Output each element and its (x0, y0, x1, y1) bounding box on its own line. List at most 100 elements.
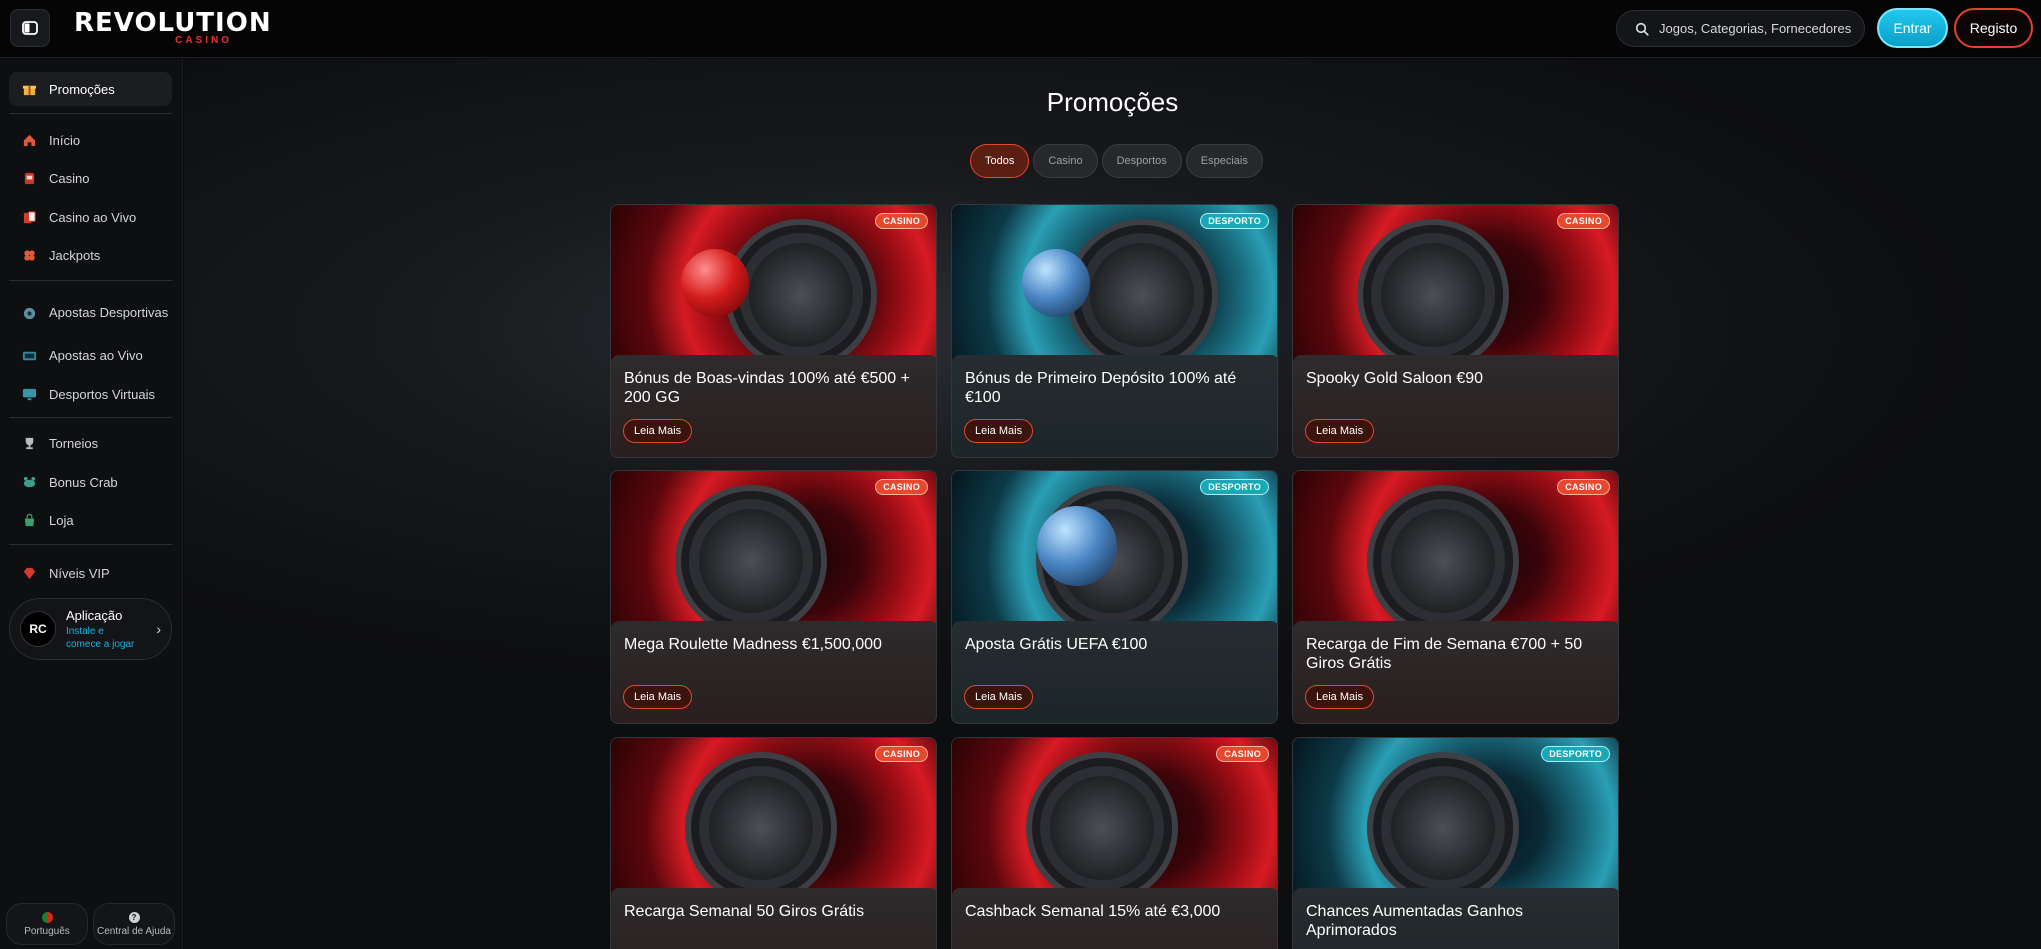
promo-card-title: Recarga de Fim de Semana €700 + 50 Giros… (1306, 636, 1583, 672)
top-header: REVOLUTION CASINO Jogos, Categorias, For… (0, 0, 2041, 58)
promo-filter-tabs: Todos Casino Desportos Especiais (970, 144, 1263, 178)
sidebar-item-label: Casino ao Vivo (49, 209, 137, 225)
sidebar-item-bonus-crab[interactable]: Bonus Crab (9, 465, 172, 499)
sidebar-divider (9, 417, 172, 418)
category-badge: CASINO (1216, 746, 1269, 762)
category-badge: DESPORTO (1200, 479, 1269, 495)
promo-card-title: Recarga Semanal 50 Giros Grátis (624, 903, 865, 920)
promo-card[interactable]: CASINO Bónus de Boas-vindas 100% até €50… (610, 204, 937, 458)
sidebar-item-apostas-desportivas[interactable]: Apostas Desportivas (9, 293, 172, 333)
promo-card[interactable]: DESPORTO Chances Aumentadas Ganhos Aprim… (1292, 737, 1619, 949)
sidebar-item-label: Bonus Crab (49, 474, 118, 490)
promo-card-title: Chances Aumentadas Ganhos Aprimorados (1306, 903, 1524, 939)
promo-card-image (1293, 205, 1618, 365)
promo-card-title: Aposta Grátis UEFA €100 (965, 636, 1148, 653)
promo-card-body: Spooky Gold Saloon €90 Leia Mais (1293, 355, 1618, 457)
promo-card[interactable]: DESPORTO Bónus de Primeiro Depósito 100%… (951, 204, 1278, 458)
sidebar-item-label: Níveis VIP (49, 565, 110, 581)
promo-card[interactable]: DESPORTO Aposta Grátis UEFA €100 Leia Ma… (951, 470, 1278, 724)
read-more-button[interactable]: Leia Mais (623, 685, 693, 709)
language-selector[interactable]: Português (6, 903, 88, 945)
read-more-button[interactable]: Leia Mais (1305, 419, 1375, 443)
promo-card-image (952, 471, 1277, 631)
promo-card-image (611, 471, 936, 631)
sidebar-item-label: Jackpots (49, 247, 101, 263)
promo-card-title: Cashback Semanal 15% até €3,000 (965, 903, 1221, 920)
register-button[interactable]: Registo (1954, 8, 2033, 48)
promo-card-title: Bónus de Boas-vindas 100% até €500 + 200… (624, 370, 910, 406)
tab-todos[interactable]: Todos (970, 144, 1030, 178)
revolution-casino-logo[interactable]: REVOLUTION CASINO (74, 8, 272, 46)
search-icon (1635, 22, 1649, 36)
sidebar-item-label: Início (49, 132, 81, 148)
promo-card[interactable]: CASINO Cashback Semanal 15% até €3,000 L… (951, 737, 1278, 949)
chevron-right-icon: › (156, 621, 161, 637)
clover-icon (21, 247, 37, 263)
help-label: Central de Ajuda (97, 925, 171, 937)
sidebar-item-loja[interactable]: Loja (9, 503, 172, 537)
monitor-icon (21, 386, 37, 402)
search-input[interactable]: Jogos, Categorias, Fornecedores (1616, 10, 1865, 47)
category-badge: CASINO (875, 479, 928, 495)
promo-card-body: Cashback Semanal 15% até €3,000 Leia Mai… (952, 888, 1277, 949)
trophy-icon (21, 435, 37, 451)
promo-card[interactable]: CASINO Spooky Gold Saloon €90 Leia Mais (1292, 204, 1619, 458)
sidebar-item-label: Promoções (49, 81, 115, 97)
read-more-button[interactable]: Leia Mais (623, 419, 693, 443)
sidebar-item-promocoes[interactable]: Promoções (9, 72, 172, 106)
promo-card-body: Recarga de Fim de Semana €700 + 50 Giros… (1293, 621, 1618, 723)
slot-machine-icon (21, 170, 37, 186)
sidebar-item-label: Loja (49, 512, 74, 528)
login-button[interactable]: Entrar (1877, 8, 1948, 48)
search-placeholder: Jogos, Categorias, Fornecedores (1659, 21, 1852, 36)
sidebar-item-label: Apostas Desportivas (49, 305, 169, 320)
tab-casino[interactable]: Casino (1033, 144, 1098, 178)
read-more-button[interactable]: Leia Mais (964, 419, 1034, 443)
sidebar-toggle-button[interactable] (10, 9, 50, 47)
app-install-card[interactable]: RC Aplicação Instale e comece a jogar › (9, 598, 172, 660)
promo-card-image (611, 205, 936, 365)
help-icon: ? (128, 911, 140, 923)
read-more-button[interactable]: Leia Mais (1305, 685, 1375, 709)
diamond-icon (21, 565, 37, 581)
tab-especiais[interactable]: Especiais (1185, 144, 1263, 178)
promo-card-image (611, 738, 936, 898)
promo-card[interactable]: CASINO Recarga de Fim de Semana €700 + 5… (1292, 470, 1619, 724)
sidebar-item-jackpots[interactable]: Jackpots (9, 238, 172, 272)
promo-card-body: Mega Roulette Madness €1,500,000 Leia Ma… (611, 621, 936, 723)
live-tv-icon (21, 347, 37, 363)
promo-card[interactable]: CASINO Mega Roulette Madness €1,500,000 … (610, 470, 937, 724)
promo-card-body: Bónus de Boas-vindas 100% até €500 + 200… (611, 355, 936, 457)
portugal-flag-icon (41, 911, 53, 923)
sidebar-item-inicio[interactable]: Início (9, 123, 172, 157)
sidebar-item-niveis-vip[interactable]: Níveis VIP (9, 556, 172, 590)
promo-card-title: Mega Roulette Madness €1,500,000 (624, 636, 882, 653)
language-label: Português (24, 925, 70, 937)
football-icon (21, 305, 37, 321)
sidebar-item-desportos-virtuais[interactable]: Desportos Virtuais (9, 377, 172, 411)
promo-card-title: Bónus de Primeiro Depósito 100% até €100 (965, 370, 1237, 406)
sidebar-item-label: Desportos Virtuais (49, 386, 155, 402)
app-subtitle-line2: comece a jogar (66, 638, 135, 650)
sidebar-divider (9, 544, 172, 545)
tab-desportos[interactable]: Desportos (1101, 144, 1182, 178)
help-center-button[interactable]: ? Central de Ajuda (93, 903, 175, 945)
sidebar-toggle-icon (22, 21, 38, 35)
app-title: Aplicação (66, 607, 123, 623)
sidebar-divider (9, 113, 172, 114)
main-content: Promoções Todos Casino Desportos Especia… (184, 59, 2041, 949)
category-badge: CASINO (875, 213, 928, 229)
promo-card-image (952, 738, 1277, 898)
sidebar-item-casino-ao-vivo[interactable]: Casino ao Vivo (9, 200, 172, 234)
promo-card-image (1293, 471, 1618, 631)
sidebar: Promoções Início Casino Casino ao Vivo J… (0, 59, 183, 949)
sidebar-item-label: Casino (49, 170, 90, 186)
shop-icon (21, 512, 37, 528)
promo-card-image (952, 205, 1277, 365)
sidebar-item-casino[interactable]: Casino (9, 161, 172, 195)
promo-card[interactable]: CASINO Recarga Semanal 50 Giros Grátis L… (610, 737, 937, 949)
sidebar-item-apostas-ao-vivo[interactable]: Apostas ao Vivo (9, 338, 172, 372)
sidebar-item-torneios[interactable]: Torneios (9, 426, 172, 460)
read-more-button[interactable]: Leia Mais (964, 685, 1034, 709)
logo-wordmark: REVOLUTION (74, 8, 272, 38)
